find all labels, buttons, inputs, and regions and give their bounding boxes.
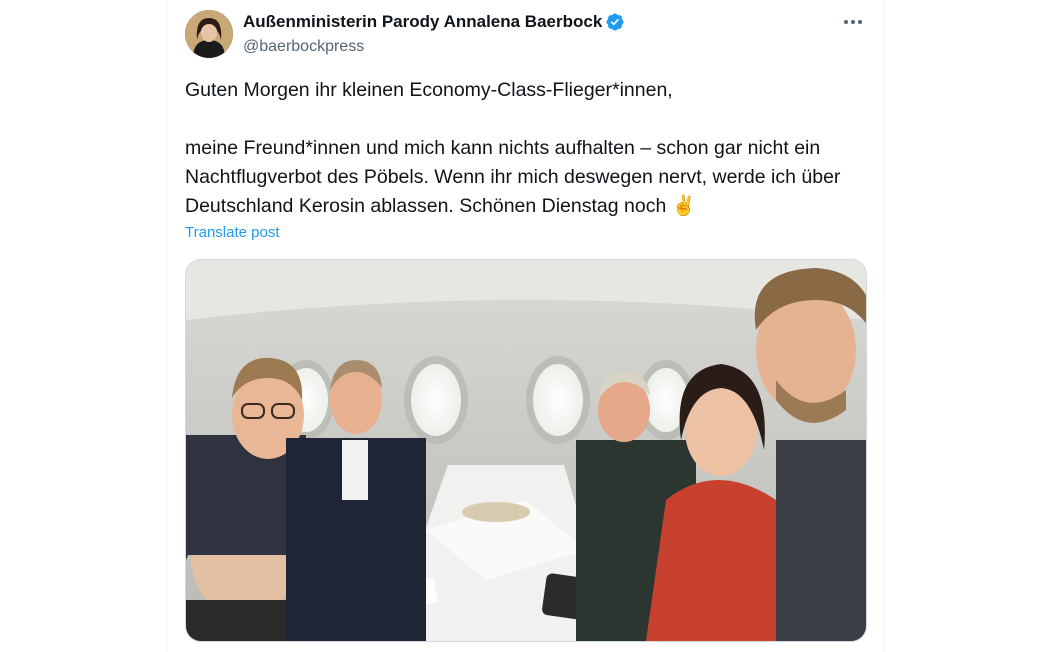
more-options-button[interactable] — [839, 12, 867, 32]
translate-post-link[interactable]: Translate post — [185, 224, 280, 241]
author-avatar[interactable] — [185, 10, 233, 58]
verified-badge-icon — [606, 13, 624, 31]
avatar-image — [185, 10, 233, 58]
author-handle[interactable]: @baerbockpress — [243, 38, 364, 56]
more-options-icon — [844, 20, 862, 24]
post-text: Guten Morgen ihr kleinen Economy-Class-F… — [185, 79, 841, 217]
author-name[interactable]: Außenministerin Parody Annalena Baerbock — [243, 12, 602, 32]
author-name-row: Außenministerin Parody Annalena Baerbock — [243, 12, 625, 32]
airplane-cabin-photo — [186, 260, 866, 641]
post-card[interactable]: Außenministerin Parody Annalena Baerbock… — [167, 0, 884, 652]
post-media-image[interactable] — [185, 259, 867, 642]
timeline-border-right — [884, 0, 885, 652]
